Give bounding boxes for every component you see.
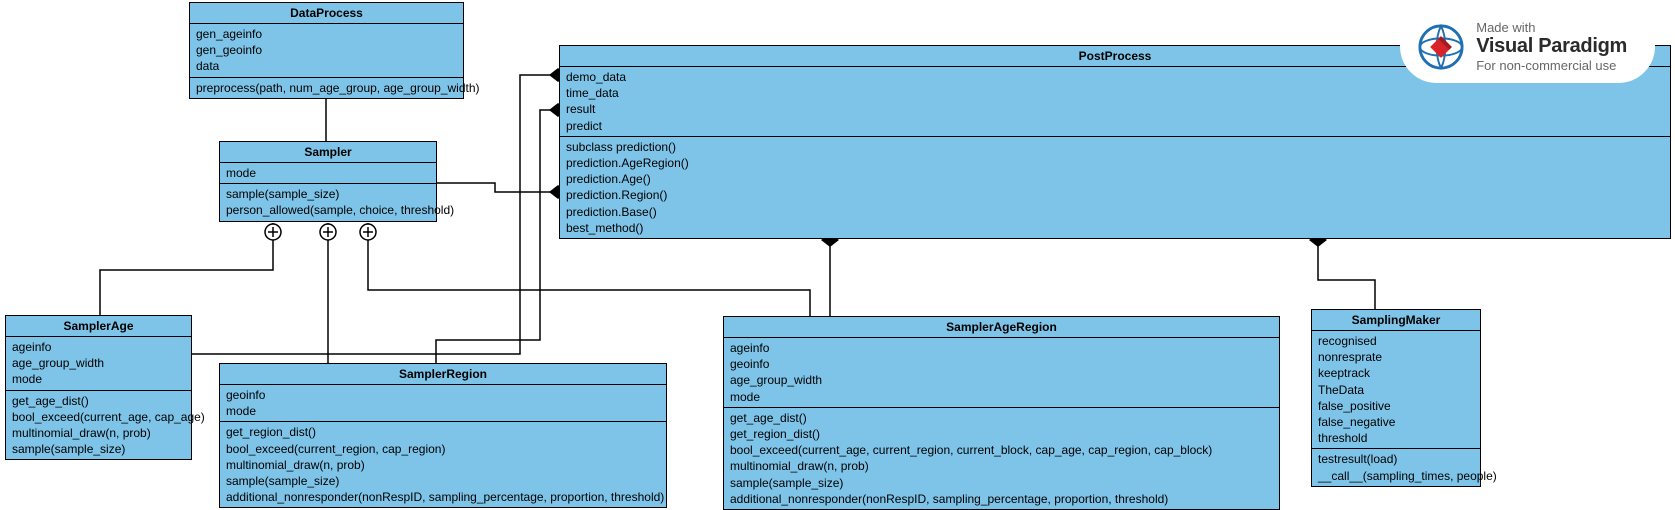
attr: gen_ageinfo (196, 26, 457, 42)
class-operations: get_age_dist() get_region_dist() bool_ex… (724, 408, 1279, 509)
class-attributes: mode (220, 163, 436, 184)
attr: data (196, 58, 457, 74)
class-dataprocess[interactable]: DataProcess gen_ageinfo gen_geoinfo data… (189, 2, 464, 99)
attr: TheData (1318, 382, 1474, 398)
attr: ageinfo (12, 339, 185, 355)
attr: mode (730, 389, 1273, 405)
class-samplerregion[interactable]: SamplerRegion geoinfo mode get_region_di… (219, 363, 667, 508)
rel-samplerregion-postprocess (436, 110, 558, 363)
op: __call__(sampling_times, people) (1318, 468, 1474, 484)
rel-samplingmaker-postprocess (1318, 240, 1375, 309)
class-title: SamplerAgeRegion (724, 317, 1279, 338)
visual-paradigm-logo-icon (1418, 24, 1464, 70)
op: additional_nonresponder(nonRespID, sampl… (730, 491, 1273, 507)
attr: predict (566, 118, 1664, 134)
class-operations: sample(sample_size) person_allowed(sampl… (220, 184, 436, 220)
class-attributes: ageinfo geoinfo age_group_width mode (724, 338, 1279, 408)
class-samplerageregion[interactable]: SamplerAgeRegion ageinfo geoinfo age_gro… (723, 316, 1280, 510)
watermark-line2: Visual Paradigm (1476, 35, 1627, 58)
op: testresult(load) (1318, 451, 1474, 467)
op: sample(sample_size) (226, 186, 430, 202)
op: get_region_dist() (730, 426, 1273, 442)
op: bool_exceed(current_age, cap_age) (12, 409, 185, 425)
op: bool_exceed(current_age, current_region,… (730, 442, 1273, 458)
rel-sampler-samplerage (100, 223, 273, 315)
class-operations: get_age_dist() bool_exceed(current_age, … (6, 391, 191, 460)
op: multinomial_draw(n, prob) (730, 458, 1273, 474)
attr: geoinfo (226, 387, 660, 403)
watermark-line1: Made with (1476, 20, 1627, 35)
op: prediction.Base() (566, 204, 1664, 220)
class-attributes: recognised nonresprate keeptrack TheData… (1312, 331, 1480, 449)
class-title: SamplerAge (6, 316, 191, 337)
class-attributes: ageinfo age_group_width mode (6, 337, 191, 391)
op: multinomial_draw(n, prob) (12, 425, 185, 441)
op: sample(sample_size) (730, 475, 1273, 491)
attr: mode (226, 165, 430, 181)
op: prediction.AgeRegion() (566, 155, 1664, 171)
attr: age_group_width (12, 355, 185, 371)
attr: gen_geoinfo (196, 42, 457, 58)
op: bool_exceed(current_region, cap_region) (226, 441, 660, 457)
op: get_region_dist() (226, 424, 660, 440)
op: get_age_dist() (12, 393, 185, 409)
class-samplingmaker[interactable]: SamplingMaker recognised nonresprate kee… (1311, 309, 1481, 487)
class-attributes: geoinfo mode (220, 385, 666, 422)
attr: ageinfo (730, 340, 1273, 356)
attr: false_negative (1318, 414, 1474, 430)
attr: threshold (1318, 430, 1474, 446)
op: prediction.Age() (566, 171, 1664, 187)
attr: false_positive (1318, 398, 1474, 414)
visual-paradigm-watermark: Made with Visual Paradigm For non-commer… (1400, 10, 1655, 83)
class-operations: preprocess(path, num_age_group, age_grou… (190, 78, 463, 98)
watermark-text: Made with Visual Paradigm For non-commer… (1476, 20, 1627, 73)
op: prediction.Region() (566, 187, 1664, 203)
class-sampler[interactable]: Sampler mode sample(sample_size) person_… (219, 141, 437, 222)
class-title: SamplerRegion (220, 364, 666, 385)
attr: result (566, 101, 1664, 117)
op: additional_nonresponder(nonRespID, sampl… (226, 489, 660, 505)
attr: mode (226, 403, 660, 419)
class-operations: testresult(load) __call__(sampling_times… (1312, 449, 1480, 485)
op: preprocess(path, num_age_group, age_grou… (196, 80, 457, 96)
watermark-line3: For non-commercial use (1476, 58, 1627, 73)
op: sample(sample_size) (226, 473, 660, 489)
class-samplerage[interactable]: SamplerAge ageinfo age_group_width mode … (5, 315, 192, 460)
attr: time_data (566, 85, 1664, 101)
attr: geoinfo (730, 356, 1273, 372)
class-attributes: gen_ageinfo gen_geoinfo data (190, 24, 463, 78)
class-operations: get_region_dist() bool_exceed(current_re… (220, 422, 666, 507)
class-title: SamplingMaker (1312, 310, 1480, 331)
op: subclass prediction() (566, 139, 1664, 155)
class-title: DataProcess (190, 3, 463, 24)
attr: mode (12, 371, 185, 387)
attr: age_group_width (730, 372, 1273, 388)
attr: recognised (1318, 333, 1474, 349)
op: multinomial_draw(n, prob) (226, 457, 660, 473)
class-operations: subclass prediction() prediction.AgeRegi… (560, 137, 1670, 238)
attr: keeptrack (1318, 365, 1474, 381)
op: best_method() (566, 220, 1664, 236)
op: sample(sample_size) (12, 441, 185, 457)
attr: nonresprate (1318, 349, 1474, 365)
class-title: Sampler (220, 142, 436, 163)
op: person_allowed(sample, choice, threshold… (226, 202, 430, 218)
op: get_age_dist() (730, 410, 1273, 426)
